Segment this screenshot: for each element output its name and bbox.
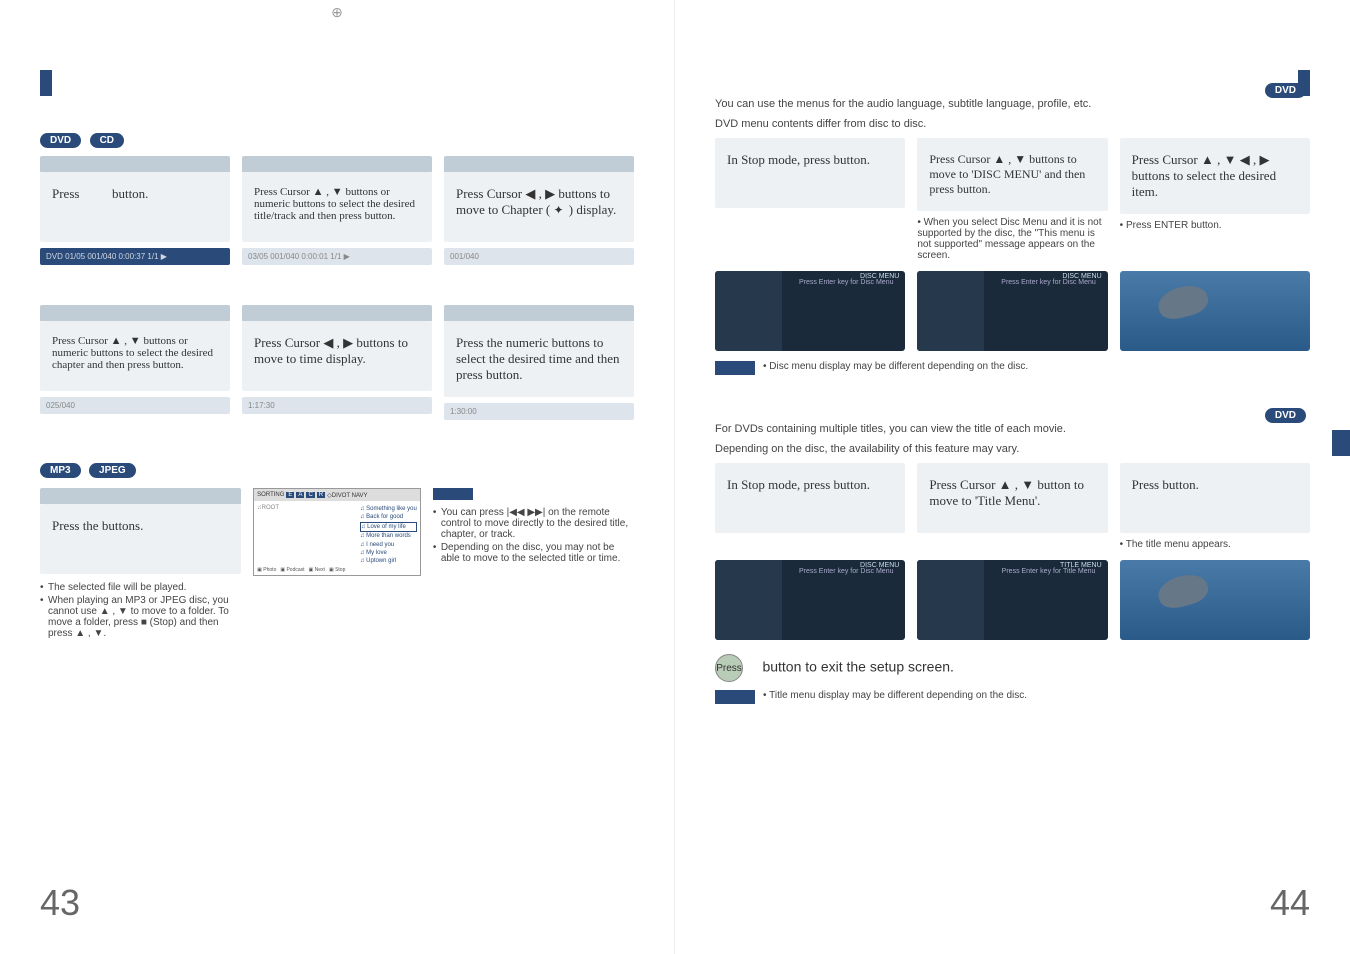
press-circle-icon: Press	[715, 654, 743, 682]
text: ) display.	[569, 202, 617, 217]
sub-note: • The title menu appears.	[1120, 539, 1310, 550]
title-step-1: In Stop mode, press button.	[715, 463, 905, 533]
jpeg-badge: JPEG	[89, 463, 136, 478]
page-number: 43	[40, 882, 80, 924]
step-6-box: Press the numeric buttons to select the …	[444, 321, 634, 397]
note-list: You can press |◀◀ ▶▶| on the remote cont…	[433, 507, 634, 564]
cd-badge: CD	[90, 133, 124, 148]
step-header	[242, 305, 432, 321]
disc-step-3: Press Cursor ▲ , ▼ ◀ , ▶ buttons to sele…	[1120, 138, 1310, 214]
step-header	[444, 156, 634, 172]
title-step-3: Press button.	[1120, 463, 1310, 533]
mp3-badge: MP3	[40, 463, 81, 478]
list-item: You can press |◀◀ ▶▶| on the remote cont…	[433, 507, 634, 540]
status-strip: 1:17:30	[242, 397, 432, 414]
page-number: 44	[1270, 882, 1310, 924]
mp3-notes: The selected file will be played. When p…	[40, 582, 241, 639]
intro-text: You can use the menus for the audio lang…	[715, 98, 1310, 110]
screen-thumb: TITLE MENU Press Enter key for Title Men…	[917, 560, 1107, 640]
step-4-box: Press Cursor ▲ , ▼ buttons or numeric bu…	[40, 321, 230, 391]
status-strip: 1:30:00	[444, 403, 634, 420]
accent-bar	[1332, 430, 1350, 456]
step-2-box: Press Cursor ▲ , ▼ buttons or numeric bu…	[242, 172, 432, 242]
crop-mark-icon: ⊕	[331, 4, 343, 21]
step-header	[40, 488, 241, 504]
mp3-step-box: Press the buttons.	[40, 504, 241, 574]
status-strip: 03/05 001/040 0:00:01 1/1 ▶	[242, 248, 432, 265]
list-item: Depending on the disc, you may not be ab…	[433, 542, 634, 564]
sub-note: • Press ENTER button.	[1120, 220, 1310, 231]
dolphin-image	[1120, 560, 1310, 640]
step-header	[40, 156, 230, 172]
exit-row: Press button to exit the setup screen.	[715, 654, 1310, 682]
dvd-badge: DVD	[1265, 408, 1306, 423]
dolphin-image	[1120, 271, 1310, 351]
badge-row: DVD CD	[40, 130, 634, 148]
mp3-screen-thumb: SORTING E A C R ◇DIVOT NAVY ♫ROOT ♫ Some…	[253, 488, 421, 576]
screen-thumb: DISC MENU Press Enter key for Disc Menu	[917, 271, 1107, 351]
disc-step-1: In Stop mode, press button.	[715, 138, 905, 208]
chapter-icon	[553, 205, 565, 217]
text: button.	[112, 186, 148, 201]
sub-note: • When you select Disc Menu and it is no…	[917, 217, 1107, 261]
list-item: When playing an MP3 or JPEG disc, you ca…	[40, 595, 241, 639]
status-strip: 001/040	[444, 248, 634, 265]
screen-thumb: DISC MENU Press Enter key for Disc Menu	[715, 271, 905, 351]
intro-text: Depending on the disc, the availability …	[715, 443, 1310, 455]
intro-text: For DVDs containing multiple titles, you…	[715, 423, 1310, 435]
step-1-box: Press button.	[40, 172, 230, 242]
step-header	[40, 305, 230, 321]
note-badge	[715, 690, 755, 704]
accent-bar	[40, 70, 52, 96]
text: button to exit the setup screen.	[762, 659, 953, 675]
disc-step-2: Press Cursor ▲ , ▼ buttons to move to 'D…	[917, 138, 1107, 211]
step-5-box: Press Cursor ◀ , ▶ buttons to move to ti…	[242, 321, 432, 391]
note-text: • Title menu display may be different de…	[763, 690, 1027, 701]
step-header	[242, 156, 432, 172]
screen-thumb: DISC MENU Press Enter key for Disc Menu	[715, 560, 905, 640]
step-header	[444, 305, 634, 321]
dvd-badge: DVD	[40, 133, 81, 148]
badge-row: MP3 JPEG	[40, 460, 634, 478]
text: Press	[52, 186, 79, 201]
step-3-box: Press Cursor ◀ , ▶ buttons to move to Ch…	[444, 172, 634, 242]
intro-text: DVD menu contents differ from disc to di…	[715, 118, 1310, 130]
note-badge	[433, 488, 473, 500]
status-strip: 025/040	[40, 397, 230, 414]
note-text: • Disc menu display may be different dep…	[763, 361, 1028, 372]
status-strip: DVD 01/05 001/040 0:00:37 1/1 ▶	[40, 248, 230, 265]
accent-bar	[1298, 70, 1310, 96]
list-item: The selected file will be played.	[40, 582, 241, 593]
note-badge	[715, 361, 755, 375]
title-step-2: Press Cursor ▲ , ▼ button to move to 'Ti…	[917, 463, 1107, 533]
